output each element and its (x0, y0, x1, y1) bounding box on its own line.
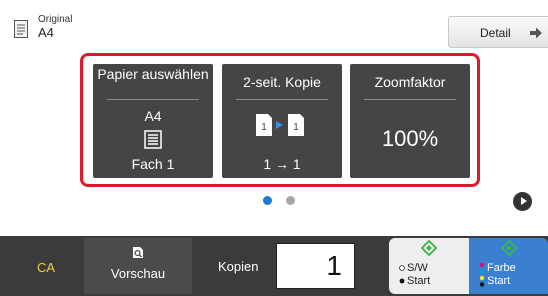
duplex-copy-icon: 1 1 (256, 114, 304, 136)
preview-button[interactable]: Vorschau (84, 238, 192, 294)
detail-button-label: Detail (480, 26, 511, 40)
paper-tray-icon (144, 130, 162, 149)
cmyk-dots-icon (479, 262, 485, 287)
start-diamond-icon (501, 240, 517, 256)
color-start-button[interactable]: Farbe Start (469, 238, 548, 294)
document-icon (14, 20, 28, 38)
color-label: Farbe (487, 262, 516, 274)
svg-text:1: 1 (293, 122, 299, 133)
original-label: Original (38, 14, 73, 25)
clear-all-button[interactable]: CA (0, 236, 80, 296)
tile-divider (236, 99, 328, 100)
zoom-title: Zoomfaktor (374, 74, 446, 90)
detail-button[interactable]: Detail (448, 16, 548, 48)
clear-all-label: CA (37, 260, 56, 275)
bw-label: S/W (407, 262, 428, 274)
bw-start-button[interactable]: S/W Start (389, 238, 469, 294)
duplex-mode-value: 1 → 1 (263, 156, 301, 172)
preview-label: Vorschau (110, 266, 166, 281)
page-indicator[interactable] (286, 196, 295, 205)
arrow-right-icon (530, 27, 542, 39)
original-size: A4 (38, 25, 54, 40)
zoom-tile[interactable]: Zoomfaktor 100% (350, 64, 470, 178)
copy-screen: Original A4 Detail Papier auswählen A4 F… (0, 0, 548, 296)
paper-tray-value: Fach 1 (131, 156, 175, 172)
bw-dots-icon (399, 265, 405, 284)
page-indicator-active (263, 196, 272, 205)
next-page-button[interactable] (513, 192, 532, 211)
tile-divider (364, 99, 456, 100)
duplex-copy-tile[interactable]: 2-seit. Kopie 1 1 1 → 1 (222, 64, 342, 178)
copies-input[interactable]: 1 (276, 243, 355, 289)
start-diamond-icon (421, 240, 437, 256)
duplex-copy-title: 2-seit. Kopie (243, 74, 321, 90)
color-start-label: Start (487, 275, 511, 287)
paper-size-value: A4 (144, 108, 162, 124)
zoom-value: 100% (381, 126, 439, 151)
bw-start-label: Start (407, 275, 431, 287)
copies-label: Kopien (218, 259, 259, 274)
paper-select-tile[interactable]: Papier auswählen A4 Fach 1 (93, 64, 213, 178)
tile-divider (107, 99, 199, 100)
svg-text:1: 1 (261, 122, 267, 133)
preview-icon (133, 247, 143, 258)
paper-select-title: Papier auswählen (97, 66, 209, 82)
